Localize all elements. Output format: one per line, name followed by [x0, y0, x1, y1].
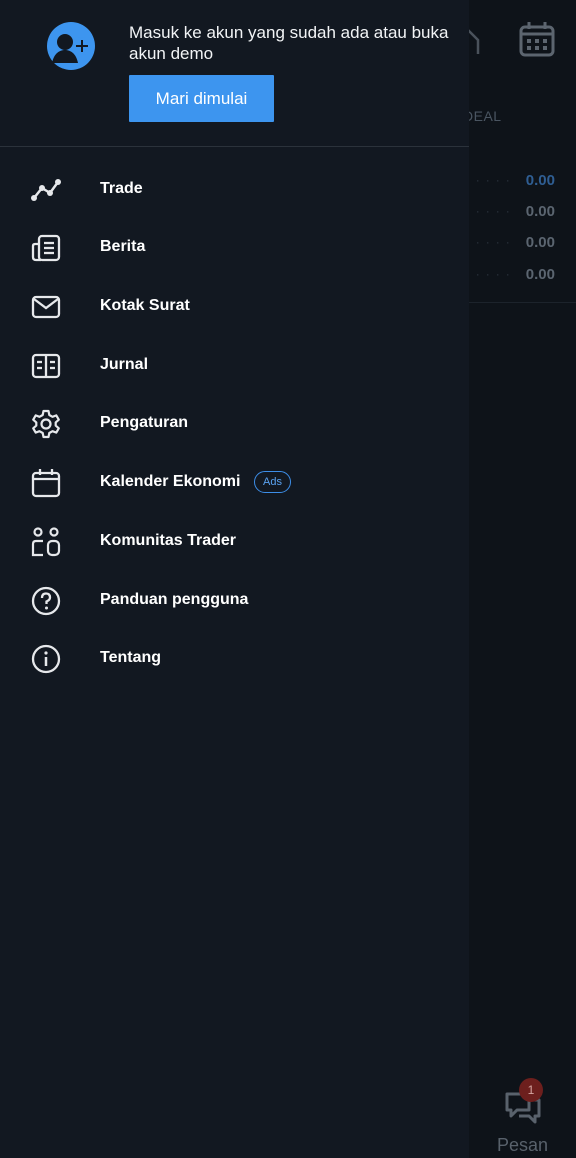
menu-item-label: Kotak Surat	[100, 297, 190, 314]
ads-badge: Ads	[254, 471, 291, 493]
info-icon	[30, 643, 62, 675]
menu-item-economic-calendar[interactable]: Kalender Ekonomi Ads	[0, 456, 469, 508]
login-prompt-text: Masuk ke akun yang sudah ada atau buka a…	[129, 23, 449, 63]
add-account-avatar-icon[interactable]	[46, 21, 96, 71]
menu-item-label: Berita	[100, 238, 146, 255]
menu-item-user-guide[interactable]: Panduan pengguna	[0, 574, 469, 626]
community-icon	[30, 526, 62, 558]
help-icon	[30, 585, 62, 617]
navigation-drawer: Masuk ke akun yang sudah ada atau buka a…	[0, 0, 469, 1158]
mail-icon	[30, 291, 62, 323]
menu-item-trade[interactable]: Trade	[0, 163, 469, 215]
gear-icon	[30, 408, 62, 440]
dotted-leader: ·····	[465, 204, 516, 218]
table-row[interactable]: ····· 0.00	[465, 199, 576, 223]
table-row[interactable]: ····· 0.00	[465, 168, 576, 192]
drawer-header: Masuk ke akun yang sudah ada atau buka a…	[0, 0, 469, 147]
dotted-leader: ·····	[465, 173, 516, 187]
menu-item-trader-community[interactable]: Komunitas Trader	[0, 515, 469, 567]
menu-item-label: Jurnal	[100, 356, 149, 373]
menu-item-about[interactable]: Tentang	[0, 632, 469, 684]
calendar-toolbar-icon[interactable]	[518, 20, 556, 63]
table-row[interactable]: ····· 0.00	[465, 230, 576, 254]
row-value: 0.00	[525, 202, 555, 220]
trade-chart-icon	[30, 174, 62, 206]
row-value: 0.00	[525, 233, 555, 251]
get-started-button[interactable]: Mari dimulai	[129, 75, 274, 122]
row-value: 0.00	[525, 265, 555, 283]
news-icon	[30, 232, 62, 264]
menu-item-mailbox[interactable]: Kotak Surat	[0, 280, 469, 332]
journal-icon	[30, 350, 62, 382]
menu-item-label: Komunitas Trader	[100, 532, 237, 549]
divider	[469, 302, 576, 303]
messages-tab-label: Pesan	[496, 1135, 549, 1155]
menu-item-label: Kalender Ekonomi	[100, 473, 241, 490]
menu-item-label: Panduan pengguna	[100, 591, 249, 608]
calendar-icon	[30, 467, 62, 499]
dotted-leader: ·····	[465, 235, 516, 249]
menu-item-journal[interactable]: Jurnal	[0, 339, 469, 391]
menu-item-label: Tentang	[100, 649, 162, 666]
menu-item-label: Pengaturan	[100, 414, 189, 431]
menu-item-news[interactable]: Berita	[0, 221, 469, 273]
dotted-leader: ·····	[465, 267, 516, 281]
menu-item-label: Trade	[100, 180, 143, 197]
table-row[interactable]: ····· 0.00	[465, 262, 576, 286]
notification-badge: 1	[519, 1078, 543, 1102]
menu-item-settings[interactable]: Pengaturan	[0, 397, 469, 449]
row-value: 0.00	[525, 171, 555, 189]
